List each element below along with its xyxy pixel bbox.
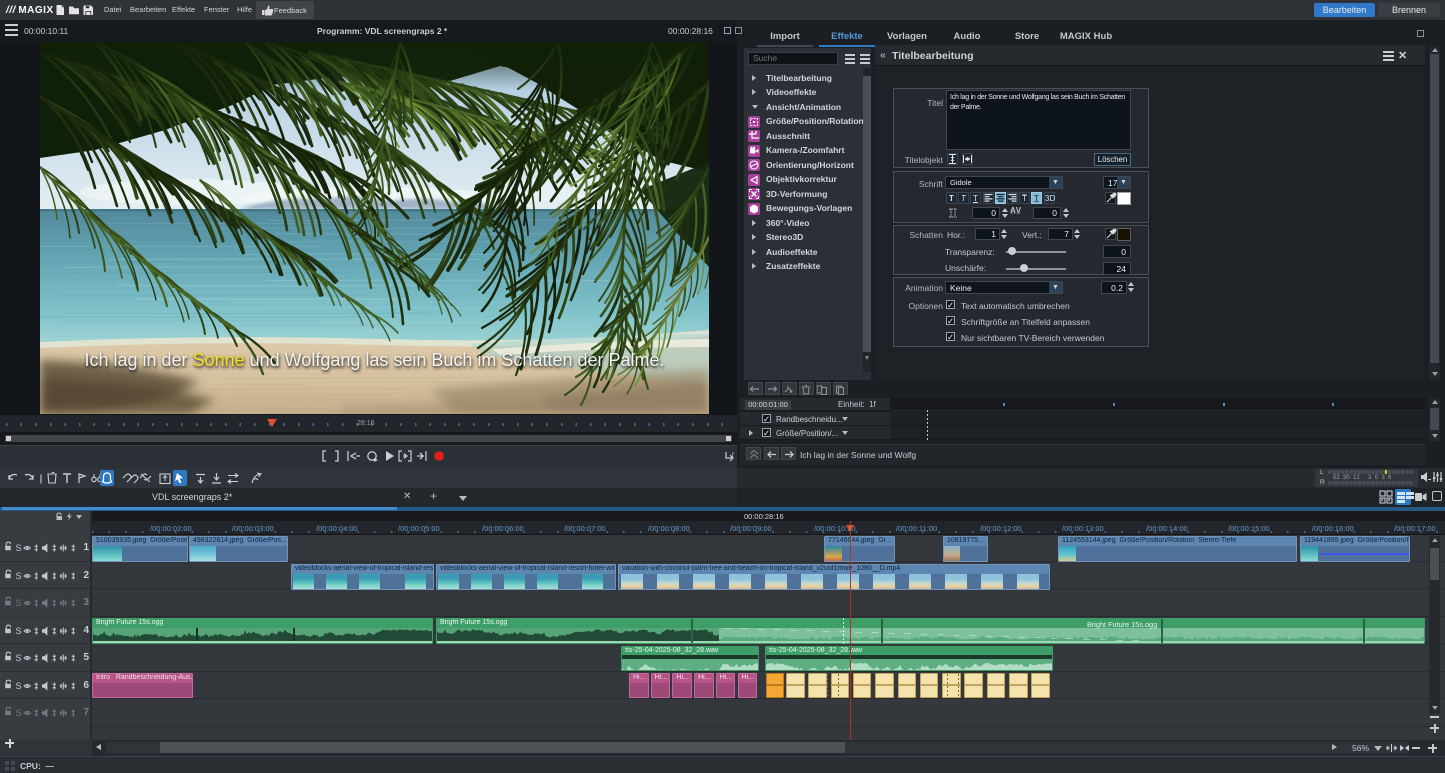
svg-text:S: S [16, 708, 22, 718]
svg-text:S: S [16, 681, 22, 691]
svg-text:S: S [16, 571, 22, 581]
svg-text:S: S [16, 653, 22, 663]
svg-text:S: S [16, 626, 22, 636]
svg-text:S: S [16, 543, 22, 553]
svg-text:S: S [16, 598, 22, 608]
